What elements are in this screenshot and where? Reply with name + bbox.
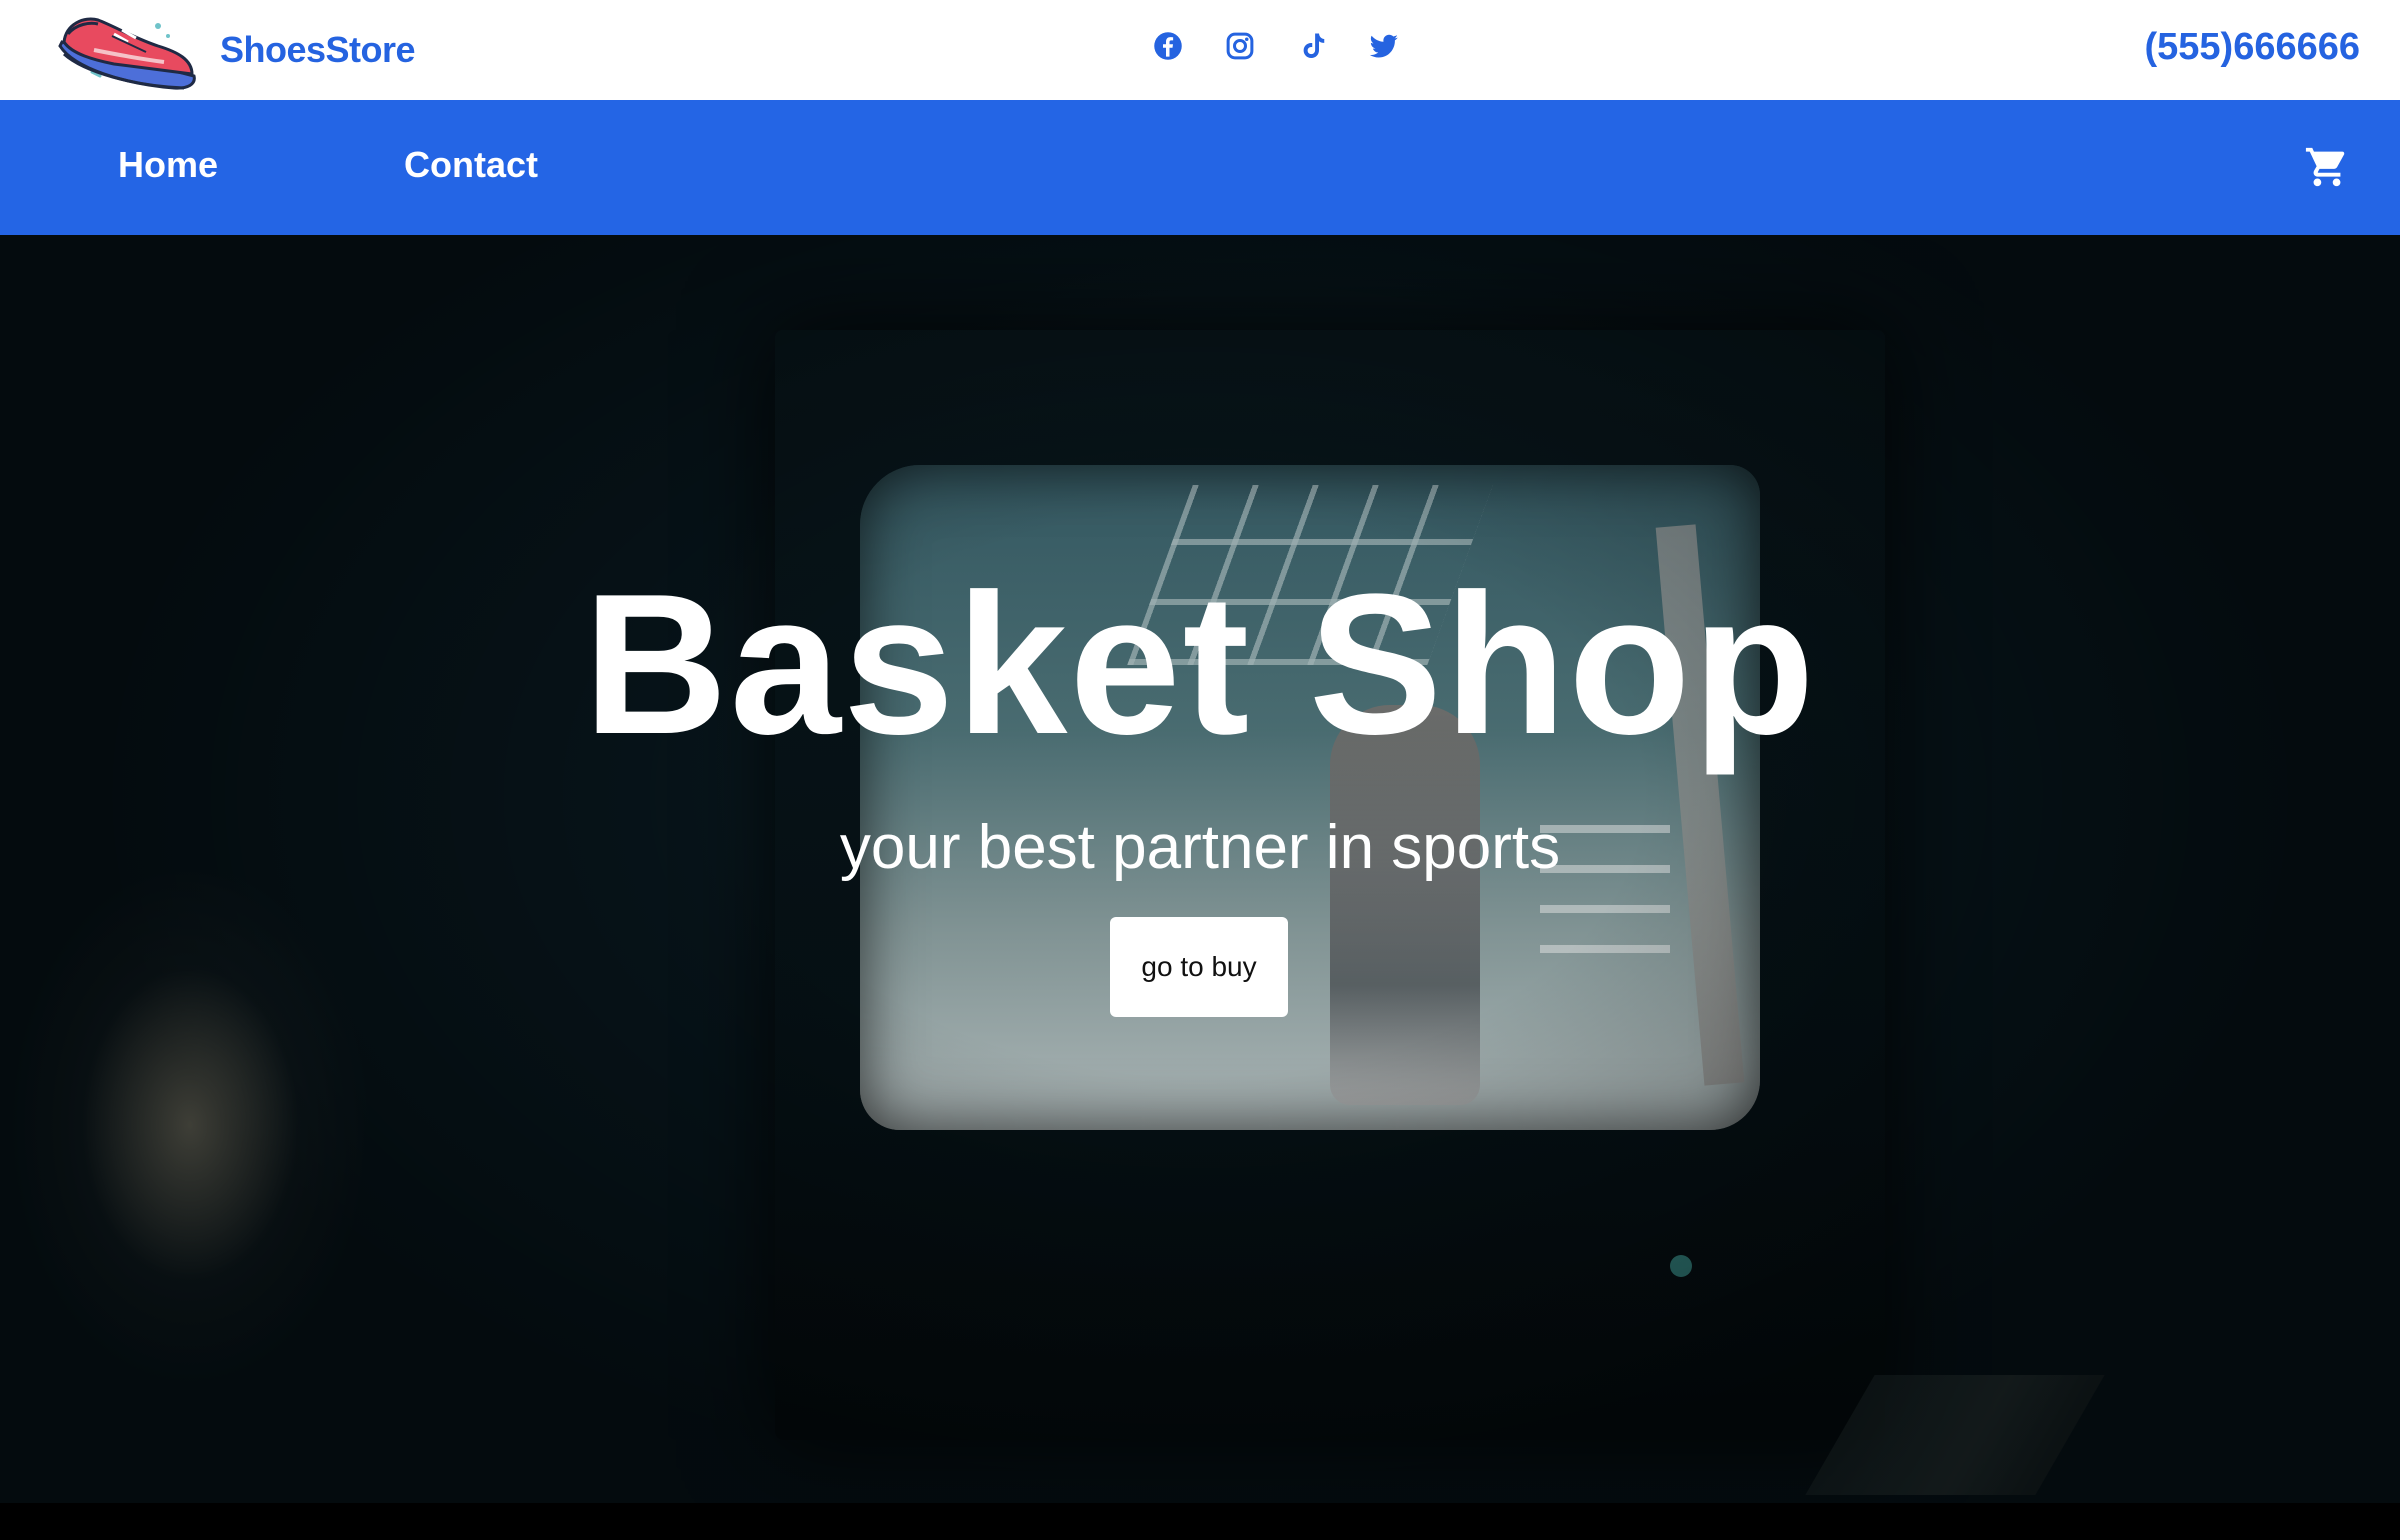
bottom-strip: [0, 1503, 2400, 1540]
tiktok-icon[interactable]: [1296, 28, 1328, 64]
sneaker-logo-icon: [58, 17, 196, 90]
go-to-buy-button[interactable]: go to buy: [1110, 917, 1288, 1017]
facebook-icon-graphic: [1154, 32, 1182, 60]
main-nav: Home Contact: [0, 100, 2400, 235]
hero-subtitle: your best partner in sports: [839, 813, 1561, 882]
brand[interactable]: ShoesStore: [54, 8, 416, 92]
hero-title: Basket Shop: [583, 553, 1817, 776]
facebook-icon[interactable]: [1152, 28, 1184, 64]
nav-item-contact[interactable]: Contact: [404, 144, 538, 186]
nav-item-home[interactable]: Home: [118, 144, 218, 186]
hero-section: Basket Shop your best partner in sports …: [0, 235, 2400, 1503]
instagram-icon-graphic: [1226, 32, 1254, 60]
cart-icon[interactable]: [2304, 144, 2350, 190]
phone-number[interactable]: (555)666666: [2144, 26, 2360, 69]
twitter-icon[interactable]: [1368, 28, 1400, 64]
twitter-icon-graphic: [1369, 34, 1398, 58]
hero-content: Basket Shop your best partner in sports …: [0, 235, 2400, 1503]
tiktok-icon-graphic: [1303, 33, 1325, 58]
top-bar: ShoesStore (555)666666: [0, 0, 2400, 100]
brand-name: ShoesStore: [220, 29, 416, 70]
social-links: [1152, 28, 1400, 64]
cart-icon-graphic: [2305, 147, 2345, 187]
instagram-icon[interactable]: [1224, 28, 1256, 64]
